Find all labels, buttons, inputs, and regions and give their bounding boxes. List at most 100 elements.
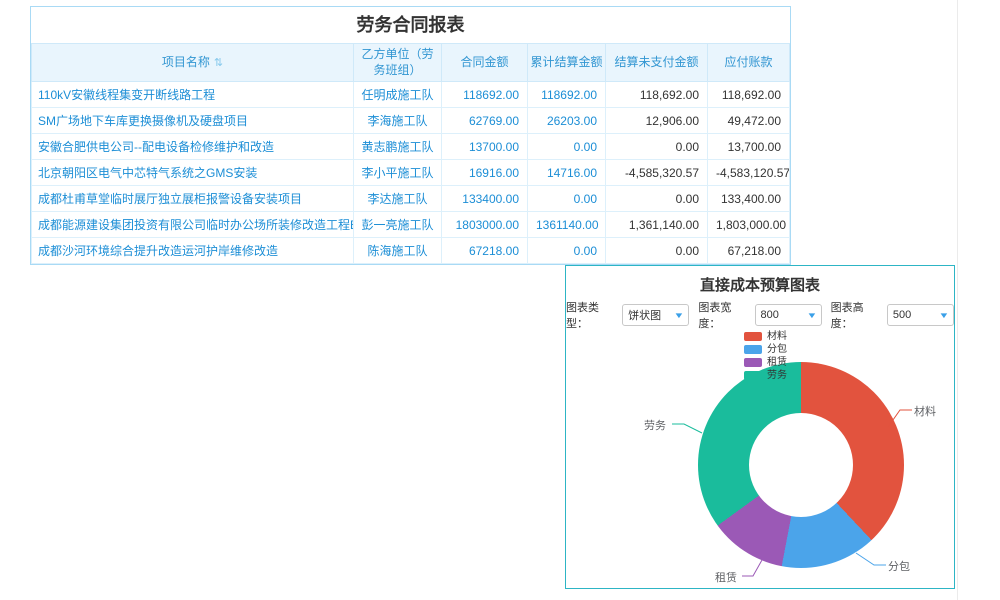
column-header-label: 项目名称 bbox=[162, 55, 210, 69]
column-header-label: 累计结算金额 bbox=[530, 55, 602, 69]
pie-callout-label: 租赁 bbox=[715, 569, 737, 585]
contractor-cell: 彭一亮施工队 bbox=[354, 212, 442, 238]
settled-amount-cell: 1361140.00 bbox=[528, 212, 606, 238]
legend-label: 租赁 bbox=[767, 357, 787, 368]
report-title: 劳务合同报表 bbox=[31, 7, 790, 43]
table-row: 成都杜甫草堂临时展厅独立展柜报警设备安装项目李达施工队133400.00 0.00… bbox=[32, 186, 790, 212]
column-header: 合同金额 bbox=[442, 44, 528, 82]
legend-label: 材料 bbox=[767, 331, 787, 342]
unpaid-amount-cell: 0.00 bbox=[606, 238, 708, 264]
project-name-cell[interactable]: 安徽合肥供电公司--配电设备检修维护和改造 bbox=[32, 134, 354, 160]
legend-item[interactable]: 劳务 bbox=[744, 370, 787, 381]
column-header: 结算未支付金额 bbox=[606, 44, 708, 82]
legend-item[interactable]: 材料 bbox=[744, 331, 787, 342]
column-header: 应付账款 bbox=[708, 44, 790, 82]
chart-controls: 图表类型： 饼状图 ▼ 图表宽度： 800 ▼ 图表高度： 500 ▼ bbox=[566, 303, 954, 327]
contractor-cell: 陈海施工队 bbox=[354, 238, 442, 264]
project-name-cell[interactable]: SM广场地下车库更换摄像机及硬盘项目 bbox=[32, 108, 354, 134]
project-name-cell[interactable]: 成都杜甫草堂临时展厅独立展柜报警设备安装项目 bbox=[32, 186, 354, 212]
payable-cell: 49,472.00 bbox=[708, 108, 790, 134]
legend-item[interactable]: 分包 bbox=[744, 344, 787, 355]
payable-cell: -4,583,120.57 bbox=[708, 160, 790, 186]
settled-amount-cell: 26203.00 bbox=[528, 108, 606, 134]
contractor-cell: 李达施工队 bbox=[354, 186, 442, 212]
legend-swatch bbox=[744, 358, 762, 367]
chart-height-value: 500 bbox=[893, 309, 911, 321]
chart-height-label: 图表高度： bbox=[831, 299, 885, 331]
payable-cell: 133,400.00 bbox=[708, 186, 790, 212]
legend-swatch bbox=[744, 371, 762, 380]
legend-label: 劳务 bbox=[767, 370, 787, 381]
legend-item[interactable]: 租赁 bbox=[744, 357, 787, 368]
column-header-label: 乙方单位（劳务班组） bbox=[361, 47, 433, 77]
payable-cell: 13,700.00 bbox=[708, 134, 790, 160]
chart-width-control: 图表宽度： 800 ▼ bbox=[698, 299, 821, 331]
project-name-cell[interactable]: 北京朝阳区电气中芯特气系统之GMS安装 bbox=[32, 160, 354, 186]
table-row: 成都能源建设集团投资有限公司临时办公场所装修改造工程EPC彭一亮施工队18030… bbox=[32, 212, 790, 238]
chart-width-value: 800 bbox=[761, 309, 779, 321]
unpaid-amount-cell: 1,361,140.00 bbox=[606, 212, 708, 238]
column-header-label: 合同金额 bbox=[460, 55, 508, 69]
project-name-cell[interactable]: 成都能源建设集团投资有限公司临时办公场所装修改造工程EPC bbox=[32, 212, 354, 238]
pie-callout-label: 材料 bbox=[914, 403, 936, 419]
unpaid-amount-cell: 118,692.00 bbox=[606, 82, 708, 108]
unpaid-amount-cell: 0.00 bbox=[606, 186, 708, 212]
contract-amount-cell: 13700.00 bbox=[442, 134, 528, 160]
contractor-cell: 黄志鹏施工队 bbox=[354, 134, 442, 160]
unpaid-amount-cell: 0.00 bbox=[606, 134, 708, 160]
table-row: 安徽合肥供电公司--配电设备检修维护和改造黄志鹏施工队13700.000.000… bbox=[32, 134, 790, 160]
chart-width-select[interactable]: 800 ▼ bbox=[755, 304, 822, 326]
contract-amount-cell: 118692.00 bbox=[442, 82, 528, 108]
contract-amount-cell: 67218.00 bbox=[442, 238, 528, 264]
chart-height-select[interactable]: 500 ▼ bbox=[887, 304, 954, 326]
table-head: 项目名称 ⇅ 乙方单位（劳务班组） 合同金额 累计结算金额结算未支付金额 应付账款 bbox=[32, 44, 790, 82]
chevron-down-icon: ▼ bbox=[806, 311, 817, 320]
project-name-cell[interactable]: 成都沙河环境综合提升改造运河护岸维修改造 bbox=[32, 238, 354, 264]
settled-amount-cell: 0.00 bbox=[528, 134, 606, 160]
legend-swatch bbox=[744, 345, 762, 354]
payable-cell: 1,803,000.00 bbox=[708, 212, 790, 238]
donut-hole bbox=[749, 413, 853, 517]
column-header: 乙方单位（劳务班组） bbox=[354, 44, 442, 82]
table-body: 110kV安徽线程集变开断线路工程任明成施工队118692.00118692.0… bbox=[32, 82, 790, 264]
contract-amount-cell: 16916.00 bbox=[442, 160, 528, 186]
table-row: 成都沙河环境综合提升改造运河护岸维修改造陈海施工队67218.000.000.0… bbox=[32, 238, 790, 264]
project-name-cell[interactable]: 110kV安徽线程集变开断线路工程 bbox=[32, 82, 354, 108]
unpaid-amount-cell: 12,906.00 bbox=[606, 108, 708, 134]
contractor-cell: 李海施工队 bbox=[354, 108, 442, 134]
contract-table: 项目名称 ⇅ 乙方单位（劳务班组） 合同金额 累计结算金额结算未支付金额 应付账款 110… bbox=[31, 43, 790, 264]
settled-amount-cell: 14716.00 bbox=[528, 160, 606, 186]
legend-swatch bbox=[744, 332, 762, 341]
chart-type-value: 饼状图 bbox=[628, 307, 661, 323]
chart-type-control: 图表类型： 饼状图 ▼ bbox=[566, 299, 689, 331]
contract-amount-cell: 62769.00 bbox=[442, 108, 528, 134]
contract-amount-cell: 1803000.00 bbox=[442, 212, 528, 238]
donut-pie-chart[interactable] bbox=[698, 362, 904, 568]
unpaid-amount-cell: -4,585,320.57 bbox=[606, 160, 708, 186]
settled-amount-cell: 118692.00 bbox=[528, 82, 606, 108]
column-header[interactable]: 项目名称 ⇅ bbox=[32, 44, 354, 82]
contractor-cell: 李小平施工队 bbox=[354, 160, 442, 186]
payable-cell: 118,692.00 bbox=[708, 82, 790, 108]
chart-legend: 材料分包租赁劳务 bbox=[744, 331, 787, 381]
labor-contract-report-card: 劳务合同报表 项目名称 ⇅ 乙方单位（劳务班组） 合同金额 累计结算金额结算未支付金额 应… bbox=[30, 6, 791, 265]
cost-budget-chart-panel: 直接成本预算图表 图表类型： 饼状图 ▼ 图表宽度： 800 ▼ 图表高度： 5… bbox=[565, 265, 955, 589]
chart-title: 直接成本预算图表 bbox=[566, 274, 954, 295]
column-header-label: 结算未支付金额 bbox=[614, 55, 698, 69]
chevron-down-icon: ▼ bbox=[938, 311, 949, 320]
settled-amount-cell: 0.00 bbox=[528, 238, 606, 264]
table-row: SM广场地下车库更换摄像机及硬盘项目李海施工队62769.0026203.001… bbox=[32, 108, 790, 134]
pie-chart-area: 材料分包租赁劳务 材料 分包 租赁 劳务 bbox=[566, 331, 954, 577]
chevron-down-icon: ▼ bbox=[674, 311, 685, 320]
page-right-divider bbox=[957, 0, 958, 600]
payable-cell: 67,218.00 bbox=[708, 238, 790, 264]
contract-amount-cell: 133400.00 bbox=[442, 186, 528, 212]
table-header-row: 项目名称 ⇅ 乙方单位（劳务班组） 合同金额 累计结算金额结算未支付金额 应付账款 bbox=[32, 44, 790, 82]
chart-type-select[interactable]: 饼状图 ▼ bbox=[622, 304, 689, 326]
table-row: 北京朝阳区电气中芯特气系统之GMS安装李小平施工队16916.0014716.0… bbox=[32, 160, 790, 186]
table-row: 110kV安徽线程集变开断线路工程任明成施工队118692.00118692.0… bbox=[32, 82, 790, 108]
column-header-label: 应付账款 bbox=[724, 55, 772, 69]
sort-icon[interactable]: ⇅ bbox=[214, 57, 223, 69]
chart-type-label: 图表类型： bbox=[566, 299, 620, 331]
pie-callout-label: 劳务 bbox=[644, 417, 666, 433]
